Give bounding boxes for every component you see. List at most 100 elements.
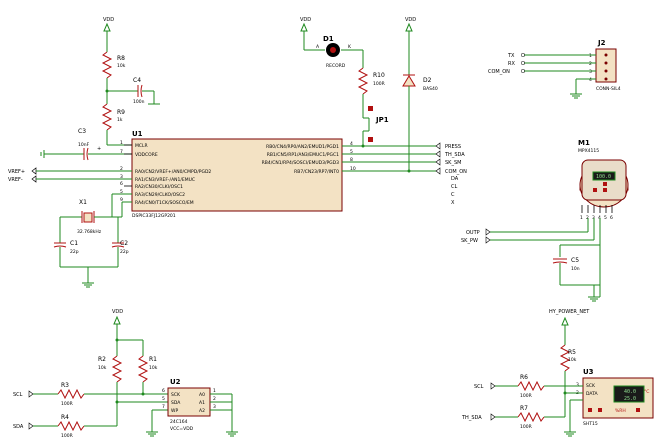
svg-text:1: 1 [589,53,592,59]
svg-text:°C: °C [644,389,649,395]
svg-text:2: 2 [213,396,216,402]
svg-text:TH_SDA: TH_SDA [444,152,465,158]
svg-text:SCK: SCK [586,383,596,389]
svg-text:SCL: SCL [474,384,484,390]
svg-text:DSPIC33FJ12GP201: DSPIC33FJ12GP201 [132,213,176,219]
svg-text:DATA: DATA [586,391,599,397]
svg-text:10k: 10k [117,63,126,69]
resistor-r6 [517,380,545,392]
svg-text:22p: 22p [70,249,79,255]
resistor-r2 [111,355,123,383]
m1-pin-number: 1 [580,215,583,221]
resistor-r9 [101,103,113,131]
svg-text:10n: 10n [571,266,580,272]
svg-text:U1: U1 [132,130,143,138]
svg-text:24C164: 24C164 [170,419,188,425]
net-labels-right: PRESS TH_SDA SK_SM COM_ON DA CL C X [435,142,467,206]
svg-text:A0: A0 [199,392,205,398]
svg-text:SCL: SCL [13,392,23,398]
svg-text:10k: 10k [568,357,577,363]
svg-text:HY_POWER_NET: HY_POWER_NET [549,309,590,315]
svg-text:25.0: 25.0 [624,396,636,402]
vdd-symbol-eeprom: VDD [112,309,123,325]
svg-text:PRESS: PRESS [445,144,461,150]
svg-text:R2: R2 [98,356,106,363]
svg-text:C1: C1 [70,240,78,247]
svg-text:10k: 10k [149,365,158,371]
svg-text:COM_ON: COM_ON [488,69,510,75]
vref-plus-label: VREF+ [8,167,37,175]
svg-text:100R: 100R [520,424,532,430]
svg-text:R5: R5 [568,349,576,356]
u1-left-pin-label: RA3/CN29/CLKO/OSC2 [135,192,185,198]
svg-text:K: K [348,44,352,50]
svg-text:U3: U3 [583,368,594,376]
svg-text:A1: A1 [199,400,205,406]
resistor-r7 [517,411,545,423]
svg-text:VDD: VDD [112,309,123,315]
svg-text:C5: C5 [571,257,579,264]
capacitor-c3 [83,147,89,161]
ground-u2 [226,431,238,437]
svg-text:100R: 100R [520,393,532,399]
svg-text:VREF+: VREF+ [8,169,25,175]
u1-left-pin-number: 1 [120,140,123,146]
m1-pin-number: 5 [604,215,607,221]
m1-pin-number: 6 [610,215,613,221]
svg-text:JP1: JP1 [375,116,389,124]
led-d1 [326,43,340,57]
vdd-symbol-top-left: VDD [103,17,114,32]
svg-text:1: 1 [213,388,216,394]
svg-text:A: A [316,44,320,50]
ground-j2 [570,93,582,99]
svg-text:J2: J2 [597,39,606,47]
net-label-scl-left: SCL [13,390,34,398]
svg-text:R4: R4 [61,414,69,421]
svg-text:R1: R1 [149,356,157,363]
u1-right-pin-label: RB4/CN1/RP4/SOSCI/EMUD3/PGD3 [262,160,339,166]
pressure-sensor-m1 [579,159,629,208]
svg-text:3: 3 [589,69,592,75]
u1-left-pin-label: RA4/CN0/T1CK/SOSCO/EM [135,200,194,206]
svg-text:10k: 10k [98,365,107,371]
svg-text:100.0: 100.0 [596,174,611,180]
svg-text:RECORD: RECORD [326,63,346,69]
svg-text:TX: TX [507,53,515,59]
svg-text:MPX4115: MPX4115 [578,148,599,154]
svg-text:BAS40: BAS40 [423,86,438,92]
svg-text:M1: M1 [578,139,590,147]
svg-text:DA: DA [451,176,459,182]
svg-text:COM_ON: COM_ON [445,169,467,175]
m1-pins: 123456 [580,205,613,221]
svg-text:5: 5 [162,396,165,402]
vdd-symbol-d2: VDD [405,17,416,32]
svg-text:OUTP: OUTP [466,230,480,236]
u1-left-pin-label: RA2/CN30/CLKI/OSC1 [135,184,183,190]
svg-text:R3: R3 [61,382,69,389]
svg-text:X: X [451,200,455,206]
svg-text:D2: D2 [423,77,432,84]
connector-j2 [595,48,617,83]
ground-c3 [40,150,45,158]
ground-wp [146,431,158,437]
svg-text:100R: 100R [373,81,385,87]
net-label-th-sda-right: TH_SDA [461,413,496,421]
svg-text:CONN-SIL4: CONN-SIL4 [596,86,621,92]
svg-text:A2: A2 [199,408,205,414]
svg-text:U2: U2 [170,378,181,386]
svg-text:1k: 1k [117,117,123,123]
svg-text:WP: WP [171,408,178,414]
svg-text:C4: C4 [133,77,141,84]
svg-text:VCC=VDD: VCC=VDD [170,426,194,432]
power-symbol-hy: HY_POWER_NET [549,309,590,326]
svg-text:R9: R9 [117,109,125,116]
svg-text:+: + [97,146,101,152]
svg-text:100R: 100R [61,433,73,439]
crystal-x1 [81,211,95,223]
svg-text:X1: X1 [79,199,87,206]
svg-text:C: C [451,192,455,198]
resistor-r3 [57,388,85,400]
svg-text:4: 4 [589,77,592,83]
capacitor-c4 [137,84,143,98]
ground-u3 [564,431,576,437]
